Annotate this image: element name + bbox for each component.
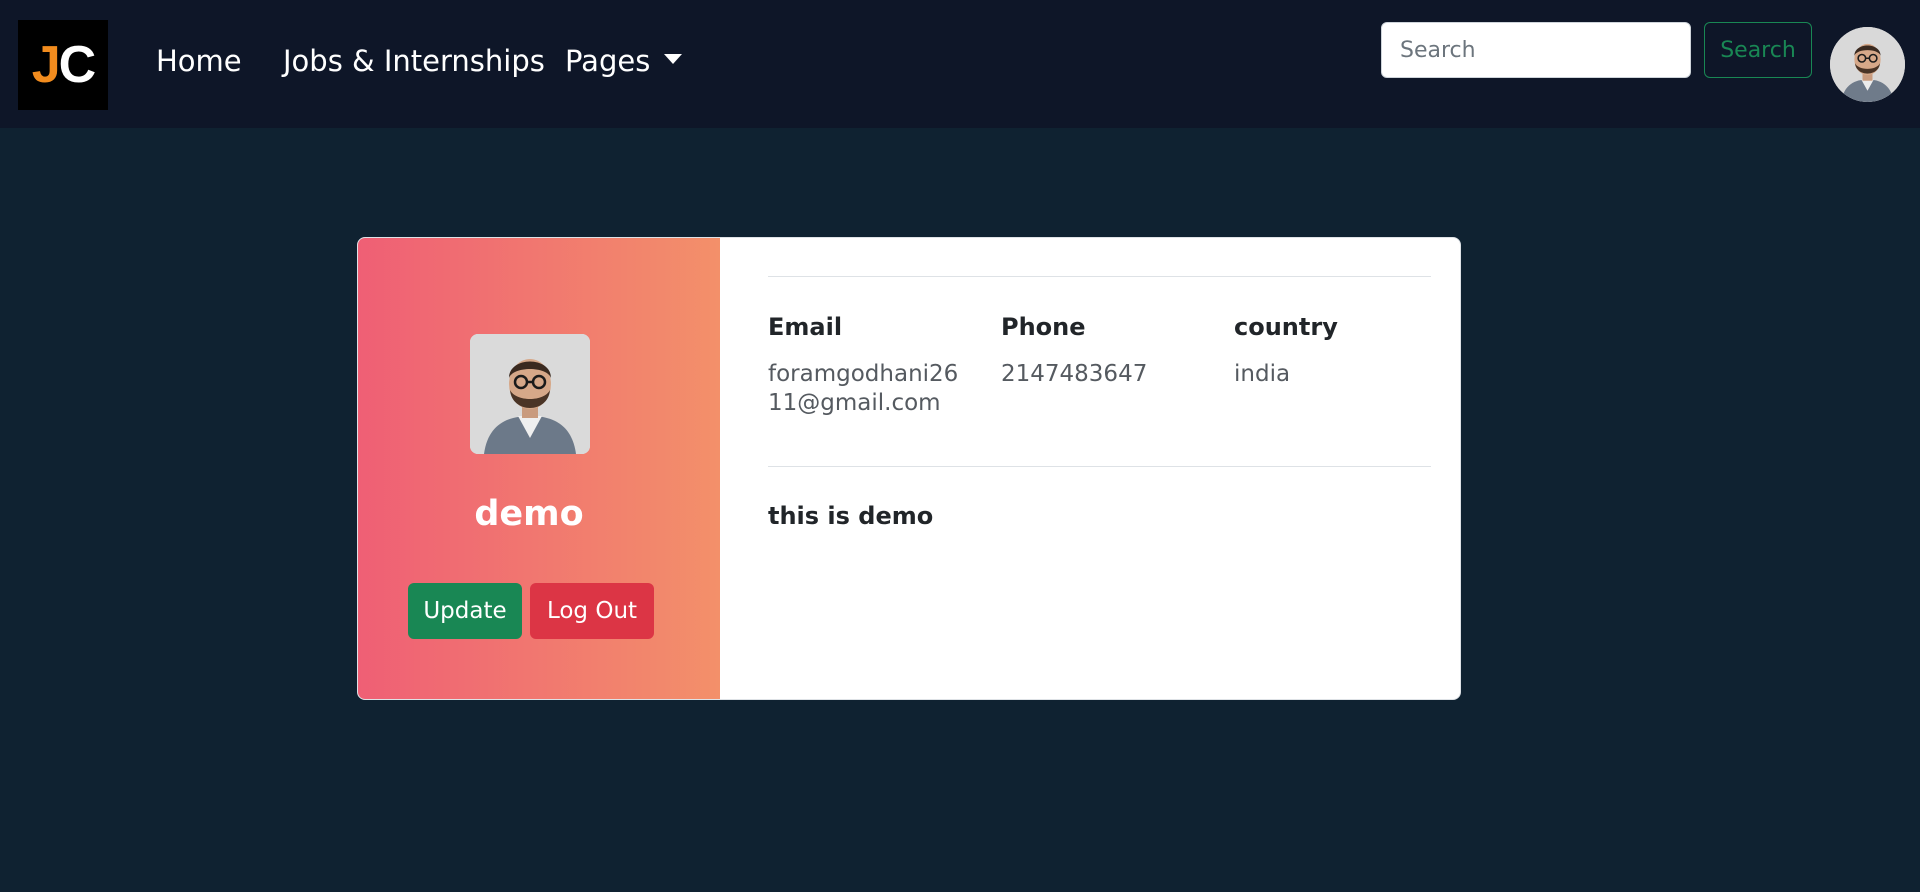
search-input[interactable] <box>1381 22 1691 78</box>
country-value: india <box>1234 361 1291 387</box>
nav-pages-dropdown[interactable]: Pages <box>565 44 683 78</box>
user-avatar[interactable] <box>1830 27 1905 102</box>
search-button[interactable]: Search <box>1704 22 1812 78</box>
logo-letter-j: J <box>31 36 61 94</box>
email-label: Email <box>768 313 843 341</box>
phone-label: Phone <box>1001 313 1086 341</box>
profile-card: demo Update Log Out Email foramgodhani26… <box>357 237 1461 700</box>
nav-home-link[interactable]: Home <box>156 44 242 78</box>
logo-letter-c: C <box>58 36 97 94</box>
update-button[interactable]: Update <box>408 583 522 639</box>
email-value: foramgodhani2611@gmail.com <box>768 361 959 416</box>
nav-pages-label: Pages <box>565 44 651 78</box>
phone-value: 2147483647 <box>1001 361 1148 387</box>
profile-name: demo <box>474 494 584 534</box>
divider <box>768 466 1431 467</box>
profile-details: Email foramgodhani2611@gmail.com Phone 2… <box>720 238 1460 699</box>
nav-jobs-link[interactable]: Jobs & Internships <box>283 44 545 78</box>
caret-down-icon <box>664 54 683 64</box>
logout-button[interactable]: Log Out <box>530 583 654 639</box>
country-label: country <box>1234 313 1338 341</box>
divider <box>768 276 1431 277</box>
top-navbar: JC Home Jobs & Internships Pages Search <box>0 0 1920 128</box>
profile-bio: this is demo <box>768 502 934 530</box>
avatar-photo-icon <box>1830 27 1905 102</box>
profile-sidebar: demo Update Log Out <box>358 238 720 699</box>
brand-logo[interactable]: JC <box>18 20 108 110</box>
profile-photo-icon <box>470 334 590 454</box>
profile-photo <box>470 334 590 454</box>
